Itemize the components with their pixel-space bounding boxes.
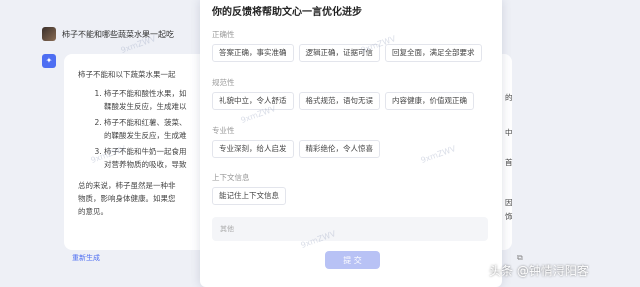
chips-normativity: 礼貌中立，令人舒适 格式规范，语句无误 内容健康，价值观正确 (212, 92, 474, 110)
feedback-chip[interactable]: 能记住上下文信息 (212, 187, 286, 205)
regenerate-button[interactable]: 重新生成 (72, 253, 100, 263)
user-message: 柿子不能和哪些蔬菜水果一起吃 (42, 27, 174, 41)
feedback-chip[interactable]: 回复全面，满足全部要求 (385, 44, 482, 62)
feedback-chip[interactable]: 逻辑正确，证据可信 (298, 44, 380, 62)
feedback-chip[interactable]: 礼貌中立，令人舒适 (212, 92, 294, 110)
other-feedback-input[interactable] (212, 217, 488, 241)
feedback-chip[interactable]: 专业深刻，给人启发 (212, 140, 294, 158)
section-label-normativity: 规范性 (212, 78, 235, 87)
feedback-panel: 你的反馈将帮助文心一言优化进步 正确性 答案正确，事实准确 逻辑正确，证据可信 … (200, 0, 502, 287)
chips-context: 能记住上下文信息 (212, 187, 286, 205)
answer-fragment: 饰 (505, 212, 513, 221)
answer-fragment: 中 (505, 128, 513, 137)
feedback-title: 你的反馈将帮助文心一言优化进步 (212, 7, 362, 18)
feedback-chip[interactable]: 内容健康，价值观正确 (385, 92, 474, 110)
answer-fragment: 的 (505, 93, 513, 102)
submit-button[interactable]: 提 交 (325, 251, 380, 269)
user-avatar (42, 27, 56, 41)
section-label-correctness: 正确性 (212, 30, 235, 39)
feedback-chip[interactable]: 答案正确，事实准确 (212, 44, 294, 62)
chips-correctness: 答案正确，事实准确 逻辑正确，证据可信 回复全面，满足全部要求 (212, 44, 482, 62)
feedback-chip[interactable]: 格式规范，语句无误 (298, 92, 380, 110)
answer-fragment: 首 (505, 158, 513, 167)
section-label-context: 上下文信息 (212, 173, 250, 182)
answer-fragment: 因 (505, 198, 513, 207)
section-label-professionalism: 专业性 (212, 126, 235, 135)
feedback-chip[interactable]: 精彩绝伦，令人惊喜 (298, 140, 380, 158)
user-question: 柿子不能和哪些蔬菜水果一起吃 (62, 29, 174, 39)
ai-icon: ✦ (42, 54, 56, 68)
credit-watermark: 头条 @钟情浔阳客 (489, 264, 589, 278)
chips-professionalism: 专业深刻，给人启发 精彩绝伦，令人惊喜 (212, 140, 380, 158)
